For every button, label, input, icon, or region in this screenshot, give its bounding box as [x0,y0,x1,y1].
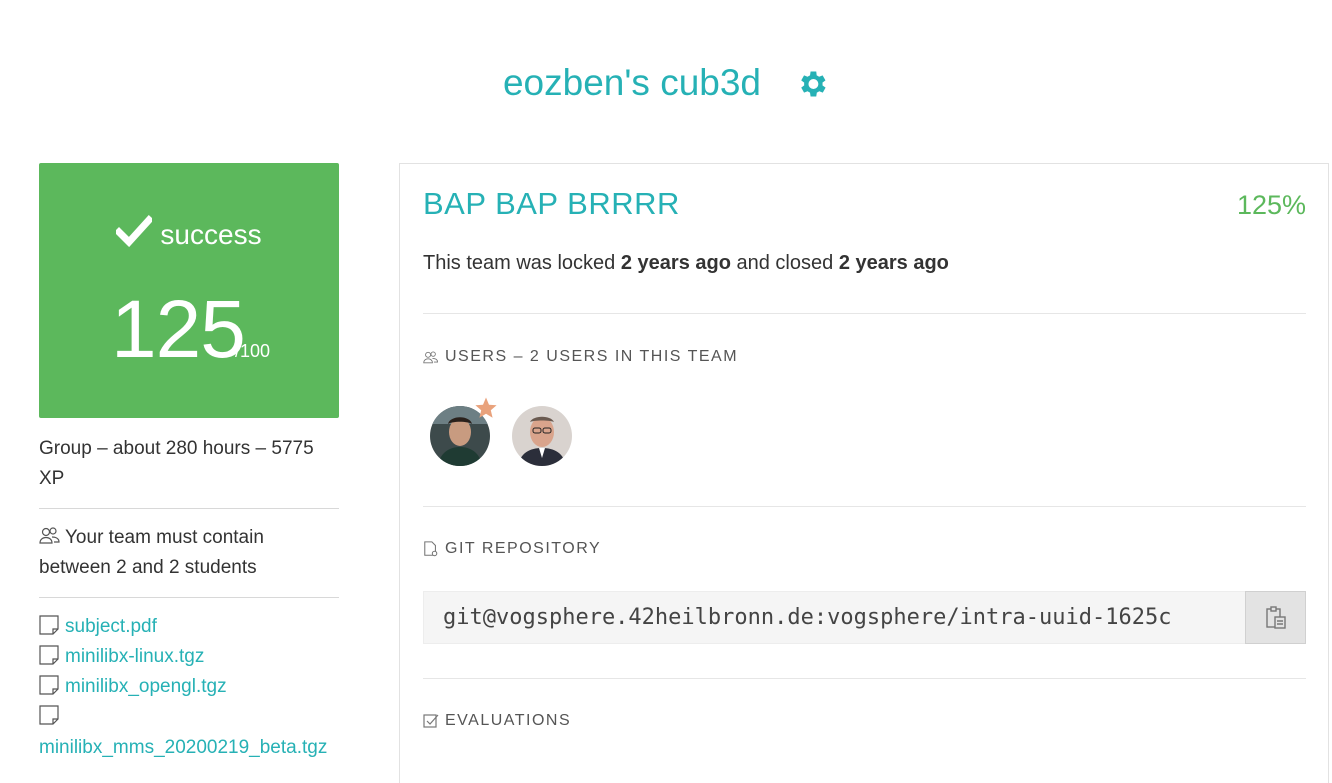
left-column: success 125 /100 Group – about 280 hours… [39,163,339,760]
team-status-prefix: This team was locked [423,252,616,274]
team-leader-star-icon [474,396,498,420]
gear-icon[interactable] [795,67,829,101]
file-icon [39,645,59,665]
clipboard-icon [1265,605,1286,629]
users-section-label: USERS – 2 USERS IN THIS TEAM [445,348,739,365]
git-url-field[interactable]: git@vogsphere.42heilbronn.de:vogsphere/i… [423,591,1306,644]
copy-button[interactable] [1245,591,1306,644]
file-icon [39,615,59,635]
score-status: success [39,215,339,251]
attachment-link-minilibx-linux[interactable]: minilibx-linux.tgz [65,646,204,667]
users-icon [423,351,438,364]
attachment-item: minilibx-linux.tgz [39,642,339,672]
divider [423,313,1306,314]
locked-ago: 2 years ago [620,252,731,274]
avatar[interactable] [512,406,572,466]
team-panel: BAP BAP BRRRR 125% This team was locked … [399,163,1329,783]
project-title: eozben's cub3d [502,62,762,103]
git-section-label: GIT REPOSITORY [445,540,602,557]
file-icon [39,705,59,725]
users-icon [39,524,61,544]
git-section-title: GIT REPOSITORY [423,540,601,558]
git-url-text[interactable]: git@vogsphere.42heilbronn.de:vogsphere/i… [424,592,1245,643]
closed-ago: 2 years ago [838,252,949,274]
project-meta: Group – about 280 hours – 5775 XP [39,434,339,509]
attachment-item: subject.pdf [39,612,339,642]
attachment-link-minilibx-mms[interactable]: minilibx_mms_20200219_beta.tgz [39,736,339,760]
file-icon [39,675,59,695]
score-max: /100 [235,341,271,361]
team-status-middle: and closed [736,252,834,274]
attachment-link-minilibx-opengl[interactable]: minilibx_opengl.tgz [65,676,227,697]
page-title: eozben's cub3d [0,62,1332,104]
checkbox-icon [423,714,439,728]
divider [423,506,1306,507]
team-size-info: Your team must contain between 2 and 2 s… [39,523,339,598]
checkmark-icon [114,215,155,248]
team-name: BAP BAP BRRRR [423,186,680,221]
repo-icon [424,541,438,557]
attachments-list: subject.pdf minilibx-linux.tgz minilibx_… [39,612,339,760]
users-section-title: USERS – 2 USERS IN THIS TEAM [423,348,738,366]
attachment-link-subject[interactable]: subject.pdf [65,616,157,637]
team-size-text: Your team must contain between 2 and 2 s… [39,527,264,578]
divider [423,678,1306,679]
evaluations-section-label: EVALUATIONS [445,712,572,729]
score-status-label: success [160,219,262,250]
attachment-item: minilibx_mms_20200219_beta.tgz [39,702,339,760]
score-value: 125 [111,284,246,375]
team-percentage: 125% [1236,190,1306,220]
score-box: success 125 /100 [39,163,339,418]
team-status: This team was locked 2 years ago and clo… [423,252,949,275]
evaluations-section-title: EVALUATIONS [423,712,571,730]
attachment-item: minilibx_opengl.tgz [39,672,339,702]
